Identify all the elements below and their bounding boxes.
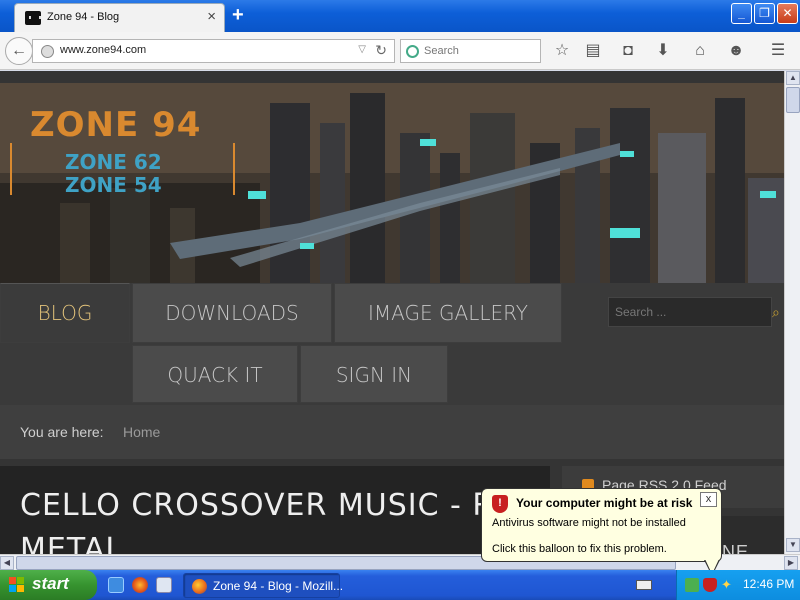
balloon-action-text[interactable]: Click this balloon to fix this problem. bbox=[492, 543, 667, 555]
new-tab-button[interactable]: + bbox=[232, 3, 244, 27]
url-dropdown-icon[interactable]: ▽ bbox=[358, 44, 366, 55]
security-shield-icon: ! bbox=[492, 495, 508, 513]
keyboard-icon[interactable] bbox=[636, 580, 652, 590]
reading-list-icon[interactable]: ▤ bbox=[583, 41, 603, 61]
pocket-icon[interactable]: ◘ bbox=[618, 41, 638, 61]
breadcrumb-home: Home bbox=[123, 424, 161, 440]
menu-item-quack-it[interactable]: QUACK IT bbox=[132, 345, 298, 403]
browser-search-input[interactable]: Search bbox=[400, 39, 541, 63]
ie-quicklaunch-icon[interactable] bbox=[108, 577, 124, 593]
security-balloon[interactable]: ! Your computer might be at risk x Antiv… bbox=[481, 488, 722, 562]
minimize-button[interactable]: _ bbox=[731, 3, 752, 24]
taskbar-firefox-window[interactable]: Zone 94 - Blog - Mozill... bbox=[183, 573, 344, 598]
browser-titlebar: Zone 94 - Blog × + _ ❐ ✕ bbox=[0, 0, 800, 32]
breadcrumb: You are here: Home bbox=[0, 405, 784, 459]
menu-icon[interactable]: ☰ bbox=[768, 41, 788, 61]
system-tray: ✦ 12:46 PM bbox=[676, 570, 800, 600]
scroll-up-icon[interactable]: ▲ bbox=[786, 71, 800, 85]
site-banner: ZONE 94 ZONE 62 ZONE 54 bbox=[0, 83, 784, 283]
firefox-icon bbox=[192, 579, 207, 594]
logo-sub-text-2: ZONE 54 bbox=[65, 173, 162, 197]
vertical-scroll-thumb[interactable] bbox=[786, 87, 800, 113]
back-arrow-icon: ← bbox=[11, 42, 27, 59]
tab-zone94[interactable]: Zone 94 - Blog × bbox=[14, 3, 225, 32]
menu-item-sign-in[interactable]: SIGN IN bbox=[300, 345, 448, 403]
maximize-button[interactable]: ❐ bbox=[754, 3, 775, 24]
article-title-line-2: METAL bbox=[20, 532, 124, 554]
network-icon[interactable] bbox=[685, 578, 699, 592]
site-favicon-icon bbox=[25, 11, 41, 25]
windows-flag-icon bbox=[9, 577, 25, 593]
sidebar-module-title: NE bbox=[722, 542, 750, 554]
tab-close-icon[interactable]: × bbox=[207, 8, 216, 25]
star-icon[interactable]: ☆ bbox=[552, 41, 572, 61]
browser-search-placeholder: Search bbox=[424, 45, 459, 57]
start-button[interactable]: start bbox=[0, 570, 97, 600]
page-viewport: ZONE 94 ZONE 62 ZONE 54 BLOG DOWNLOADS I… bbox=[0, 71, 784, 554]
url-text[interactable]: www.zone94.com bbox=[60, 44, 146, 56]
scroll-down-icon[interactable]: ▼ bbox=[786, 538, 800, 552]
clock[interactable]: 12:46 PM bbox=[743, 577, 794, 591]
back-button[interactable]: ← bbox=[5, 37, 33, 65]
site-search-button[interactable]: ⌕ bbox=[772, 297, 784, 327]
reload-icon[interactable]: ↻ bbox=[375, 42, 387, 59]
menu-item-blog[interactable]: BLOG bbox=[0, 283, 130, 343]
home-icon[interactable]: ⌂ bbox=[690, 41, 710, 61]
globe-icon bbox=[41, 45, 54, 58]
start-label: start bbox=[32, 574, 69, 593]
security-alert-icon[interactable] bbox=[703, 578, 717, 592]
sparkle-icon[interactable]: ✦ bbox=[721, 578, 735, 592]
article: CELLO CROSSOVER MUSIC - ROCK A METAL bbox=[0, 466, 593, 554]
address-bar[interactable]: www.zone94.com ▽ ↻ bbox=[32, 39, 395, 63]
windows-taskbar: start Zone 94 - Blog - Mozill... ✦ 12:46… bbox=[0, 570, 800, 600]
balloon-message: Antivirus software might not be installe… bbox=[492, 517, 686, 529]
navigation-toolbar: ← www.zone94.com ▽ ↻ Search ☆ ▤ ◘ ⬇ ⌂ ☻ … bbox=[0, 32, 800, 70]
scroll-right-icon[interactable]: ▶ bbox=[784, 556, 798, 570]
scroll-left-icon[interactable]: ◀ bbox=[0, 556, 14, 570]
menu-item-downloads[interactable]: DOWNLOADS bbox=[132, 283, 332, 343]
site-main-menu: BLOG DOWNLOADS IMAGE GALLERY QUACK IT SI… bbox=[0, 283, 784, 405]
smiley-icon[interactable]: ☻ bbox=[726, 41, 746, 61]
site-search-input[interactable]: Search ... bbox=[608, 297, 772, 327]
close-window-button[interactable]: ✕ bbox=[777, 3, 798, 24]
firefox-quicklaunch-icon[interactable] bbox=[132, 577, 148, 593]
vertical-scrollbar[interactable]: ▲ ▼ bbox=[784, 71, 800, 554]
site-logo[interactable]: ZONE 94 ZONE 62 ZONE 54 bbox=[10, 105, 235, 215]
breadcrumb-label: You are here: bbox=[20, 424, 104, 440]
magnifier-icon: ⌕ bbox=[772, 304, 780, 320]
taskbar-window-label: Zone 94 - Blog - Mozill... bbox=[213, 579, 344, 593]
search-engine-icon[interactable] bbox=[406, 45, 419, 58]
logo-main-text: ZONE 94 bbox=[30, 105, 202, 145]
balloon-title: Your computer might be at risk bbox=[516, 496, 693, 510]
site-search-placeholder: Search ... bbox=[615, 305, 667, 319]
tab-title: Zone 94 - Blog bbox=[47, 11, 120, 23]
show-desktop-icon[interactable] bbox=[156, 577, 172, 593]
balloon-close-button[interactable]: x bbox=[700, 492, 717, 507]
logo-sub-text-1: ZONE 62 bbox=[65, 150, 162, 174]
download-icon[interactable]: ⬇ bbox=[653, 41, 673, 61]
menu-item-image-gallery[interactable]: IMAGE GALLERY bbox=[334, 283, 562, 343]
